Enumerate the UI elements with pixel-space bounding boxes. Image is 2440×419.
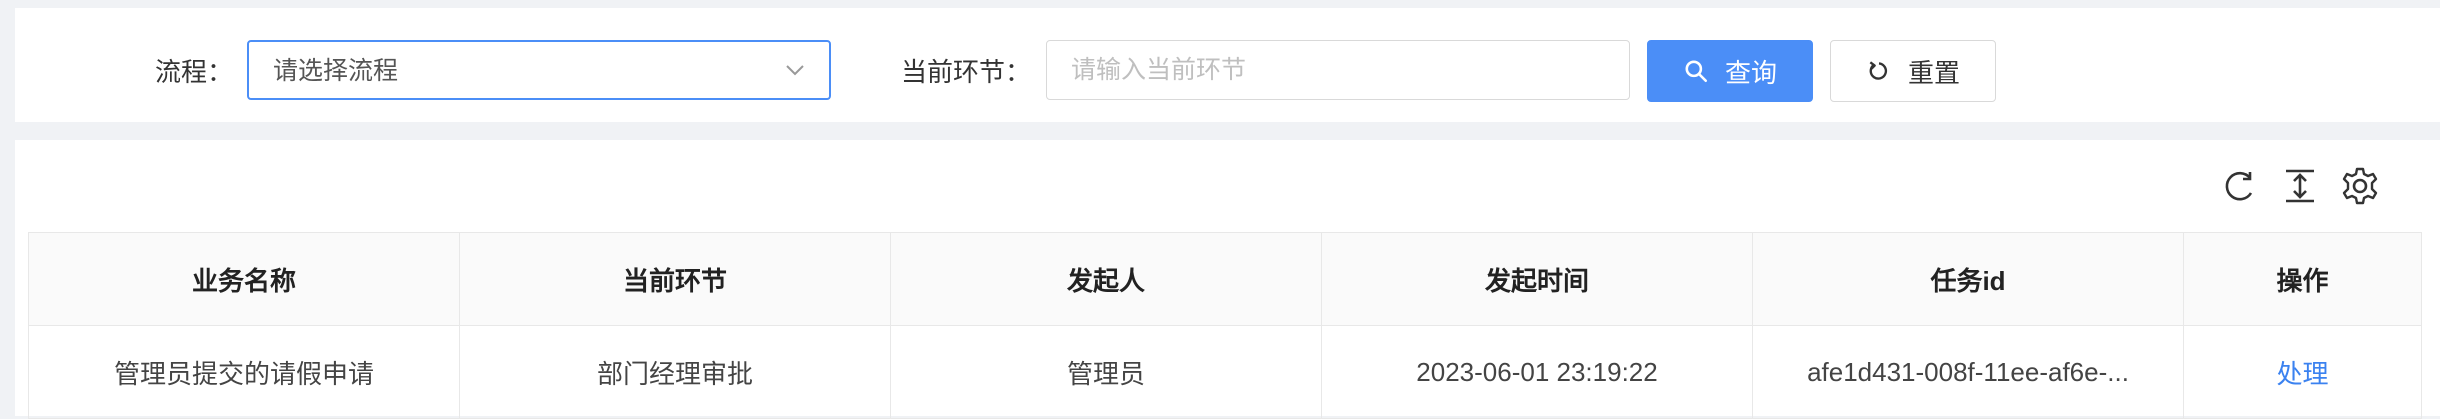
action-cell: 处理 — [2183, 325, 2422, 419]
column-header: 当前环节 — [459, 232, 891, 326]
chevron-down-icon — [786, 65, 804, 76]
column-header: 发起人 — [890, 232, 1322, 326]
initiator-cell: 管理员 — [890, 325, 1322, 419]
column-header: 发起时间 — [1321, 232, 1753, 326]
table-header-row: 业务名称 当前环节 发起人 发起时间 任务id 操作 — [28, 232, 2422, 326]
column-height-icon[interactable] — [2280, 166, 2320, 206]
query-button[interactable]: 查询 — [1647, 40, 1813, 102]
reset-button[interactable]: 重置 — [1830, 40, 1996, 102]
task-id-cell: afe1d431-008f-11ee-af6e-... — [1752, 325, 2184, 419]
process-link[interactable]: 处理 — [2276, 359, 2328, 389]
search-icon — [1685, 60, 1708, 83]
reset-icon — [1869, 61, 1888, 80]
query-button-label: 查询 — [1724, 57, 1777, 88]
business-name-cell: 管理员提交的请假申请 — [28, 325, 460, 419]
task-table: 业务名称 当前环节 发起人 发起时间 任务id 操作 管理员提交的请假申请 部门… — [28, 232, 2422, 419]
column-header: 操作 — [2183, 232, 2422, 326]
column-header: 业务名称 — [28, 232, 460, 326]
settings-icon[interactable] — [2340, 166, 2380, 206]
process-select-value: 请选择流程 — [273, 57, 399, 85]
table-row: 管理员提交的请假申请 部门经理审批 管理员 2023-06-01 23:19:2… — [28, 325, 2422, 419]
current-node-cell: 部门经理审批 — [459, 325, 891, 419]
process-label: 流程： — [155, 57, 234, 87]
current-node-label: 当前环节： — [901, 57, 1032, 87]
search-panel: 流程： 请选择流程 当前环节： 请输入当前环节 查询 重置 — [15, 8, 2440, 122]
column-header: 任务id — [1752, 232, 2184, 326]
table-panel: 业务名称 当前环节 发起人 发起时间 任务id 操作 管理员提交的请假申请 部门… — [15, 140, 2440, 419]
start-time-cell: 2023-06-01 23:19:22 — [1321, 325, 1753, 419]
current-node-placeholder: 请输入当前环节 — [1071, 56, 1247, 84]
current-node-input[interactable]: 请输入当前环节 — [1046, 40, 1630, 100]
process-select[interactable]: 请选择流程 — [247, 40, 831, 100]
refresh-icon[interactable] — [2220, 166, 2260, 206]
reset-button-label: 重置 — [1907, 57, 1960, 88]
